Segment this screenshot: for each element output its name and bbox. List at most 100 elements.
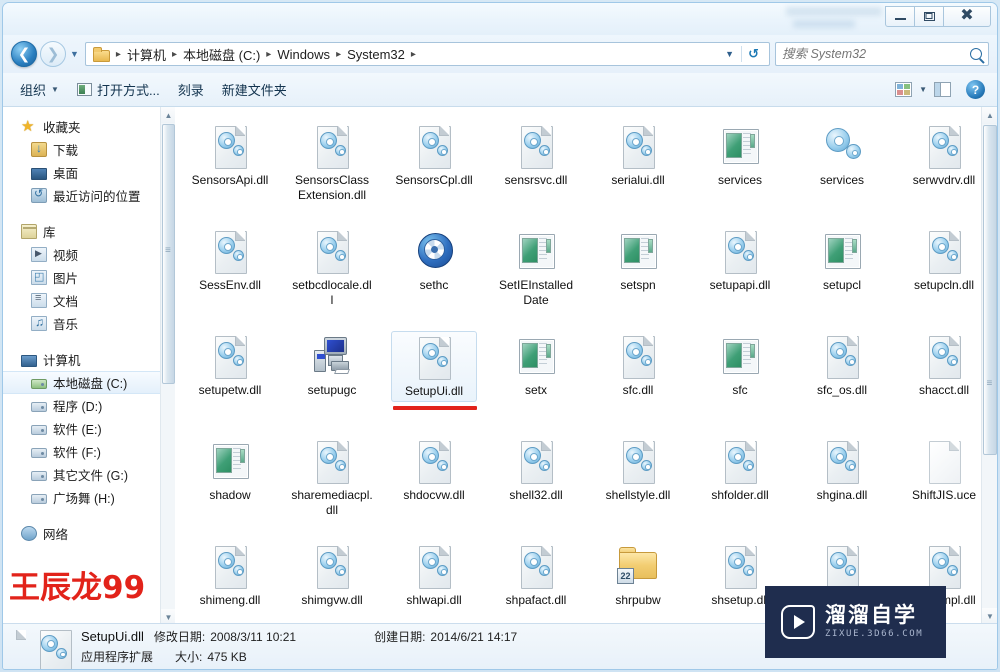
view-dropdown-icon[interactable]: ▼ <box>919 85 927 94</box>
file-item[interactable]: shacct.dll <box>893 323 995 428</box>
file-item[interactable]: serwvdrv.dll <box>893 113 995 218</box>
sidebar-item-label: 视频 <box>53 249 79 263</box>
sidebar-item-1[interactable]: 下载 <box>3 138 175 161</box>
file-item[interactable]: SetIEInstalledDate <box>485 218 587 323</box>
refresh-icon[interactable]: ↺ <box>741 46 765 62</box>
file-item[interactable]: setspn <box>587 218 689 323</box>
history-dropdown-button[interactable]: ▼ <box>70 49 79 59</box>
file-item[interactable]: shfolder.dll <box>689 428 791 533</box>
breadcrumb-computer[interactable]: 计算机 <box>126 45 167 64</box>
file-name-label: SetIEInstalledDate <box>498 278 574 307</box>
dll-file-icon <box>412 439 456 485</box>
file-scroll-thumb[interactable] <box>983 125 997 455</box>
file-item[interactable]: shpafact.dll <box>485 533 587 625</box>
file-item[interactable]: setupugc <box>281 323 383 428</box>
file-item[interactable]: SensorsClassExtension.dll <box>281 113 383 218</box>
close-button[interactable]: ✖ <box>943 5 991 27</box>
help-button[interactable]: ? <box>966 80 985 99</box>
file-item[interactable]: shimgvw.dll <box>281 533 383 625</box>
file-item[interactable]: serialui.dll <box>587 113 689 218</box>
sidebar-item-7[interactable]: 文档 <box>3 289 175 312</box>
organize-button[interactable]: 组织 ▼ <box>11 76 68 103</box>
file-thumb: serwvdrv.dll <box>901 121 987 190</box>
burn-button[interactable]: 刻录 <box>169 76 213 103</box>
file-item[interactable]: shell32.dll <box>485 428 587 533</box>
file-item[interactable]: sfc <box>689 323 791 428</box>
sidebar-item-3[interactable]: 最近访问的位置 <box>3 184 175 207</box>
breadcrumb-windows[interactable]: Windows <box>276 47 331 62</box>
address-dropdown-icon[interactable]: ▼ <box>718 49 741 59</box>
address-breadcrumb-bar[interactable]: ▸ 计算机 ▸ 本地磁盘 (C:) ▸ Windows ▸ System32 ▸… <box>84 42 770 66</box>
file-item[interactable]: setupcln.dll <box>893 218 995 323</box>
forward-button[interactable]: ❯ <box>40 41 66 67</box>
sidebar-item-2[interactable]: 桌面 <box>3 161 175 184</box>
file-name-label: shimeng.dll <box>199 593 261 607</box>
sidebar-item-10[interactable]: 本地磁盘 (C:) <box>3 371 175 394</box>
dll-file-icon <box>616 439 660 485</box>
breadcrumb-system32[interactable]: System32 <box>346 47 406 62</box>
search-box[interactable] <box>775 42 989 66</box>
file-item[interactable]: 22 shrpubw <box>587 533 689 625</box>
file-item[interactable]: ShiftJIS.uce <box>893 428 995 533</box>
sidebar-item-0[interactable]: 收藏夹 <box>3 115 175 138</box>
file-item[interactable]: sharemediacpl.dll <box>281 428 383 533</box>
sidebar-item-label: 软件 (E:) <box>53 423 102 437</box>
file-item[interactable]: setupetw.dll <box>179 323 281 428</box>
dll-file-icon <box>820 439 864 485</box>
title-text-blurred-line1 <box>786 7 882 16</box>
file-item[interactable]: shdocvw.dll <box>383 428 485 533</box>
file-item-selected[interactable]: SetupUi.dll <box>383 323 485 428</box>
sidebar-scroll-thumb[interactable] <box>162 124 175 384</box>
dll-file-icon <box>922 544 966 590</box>
file-item[interactable]: services <box>689 113 791 218</box>
file-item[interactable]: shadow <box>179 428 281 533</box>
file-pane-scrollbar[interactable]: ▲ ▼ <box>981 107 997 625</box>
change-view-button[interactable] <box>890 80 917 99</box>
sidebar-item-11[interactable]: 程序 (D:) <box>3 394 175 417</box>
nav-group-gap <box>3 335 175 348</box>
sidebar-scroll-up-icon[interactable]: ▲ <box>161 107 175 123</box>
file-item[interactable]: setx <box>485 323 587 428</box>
file-item[interactable]: shgina.dll <box>791 428 893 533</box>
watermark-brand-name: 溜溜自学 <box>825 603 917 627</box>
sidebar-scrollbar[interactable]: ▲ ▼ <box>160 107 175 625</box>
file-item[interactable]: shlwapi.dll <box>383 533 485 625</box>
file-scroll-up-icon[interactable]: ▲ <box>982 107 997 124</box>
minimize-button[interactable] <box>885 5 915 27</box>
file-item[interactable]: setbcdlocale.dll <box>281 218 383 323</box>
file-list-pane[interactable]: SensorsApi.dll SensorsClassExtension.dll S… <box>175 107 997 625</box>
maximize-button[interactable] <box>914 5 944 27</box>
file-item[interactable]: services <box>791 113 893 218</box>
sidebar-item-13[interactable]: 软件 (F:) <box>3 440 175 463</box>
file-item[interactable]: sfc_os.dll <box>791 323 893 428</box>
file-item[interactable]: sethc <box>383 218 485 323</box>
sidebar-item-8[interactable]: 音乐 <box>3 312 175 335</box>
file-item[interactable]: setupcl <box>791 218 893 323</box>
file-item[interactable]: SensorsCpl.dll <box>383 113 485 218</box>
sidebar-item-5[interactable]: 视频 <box>3 243 175 266</box>
search-input[interactable] <box>782 47 970 61</box>
file-name-label: serwvdrv.dll <box>912 173 976 187</box>
new-folder-button[interactable]: 新建文件夹 <box>213 76 296 103</box>
file-name-label: shimgvw.dll <box>301 593 363 607</box>
file-item[interactable]: sfc.dll <box>587 323 689 428</box>
file-item[interactable]: shimeng.dll <box>179 533 281 625</box>
back-button[interactable]: ❮ <box>11 41 37 67</box>
file-item[interactable]: setupapi.dll <box>689 218 791 323</box>
file-thumb: SensorsClassExtension.dll <box>289 121 375 205</box>
open-with-button[interactable]: 打开方式... <box>68 76 169 103</box>
file-item[interactable]: sensrsvc.dll <box>485 113 587 218</box>
file-item[interactable]: SessEnv.dll <box>179 218 281 323</box>
sidebar-item-4[interactable]: 库 <box>3 220 175 243</box>
sidebar-item-16[interactable]: 网络 <box>3 522 175 545</box>
sidebar-item-15[interactable]: 广场舞 (H:) <box>3 486 175 509</box>
open-with-label: 打开方式... <box>96 83 160 98</box>
file-item[interactable]: SensorsApi.dll <box>179 113 281 218</box>
sidebar-item-12[interactable]: 软件 (E:) <box>3 417 175 440</box>
file-item[interactable]: shellstyle.dll <box>587 428 689 533</box>
preview-pane-button[interactable] <box>929 80 956 99</box>
sidebar-item-9[interactable]: 计算机 <box>3 348 175 371</box>
sidebar-item-6[interactable]: 图片 <box>3 266 175 289</box>
sidebar-item-14[interactable]: 其它文件 (G:) <box>3 463 175 486</box>
breadcrumb-local-disk[interactable]: 本地磁盘 (C:) <box>182 45 261 64</box>
